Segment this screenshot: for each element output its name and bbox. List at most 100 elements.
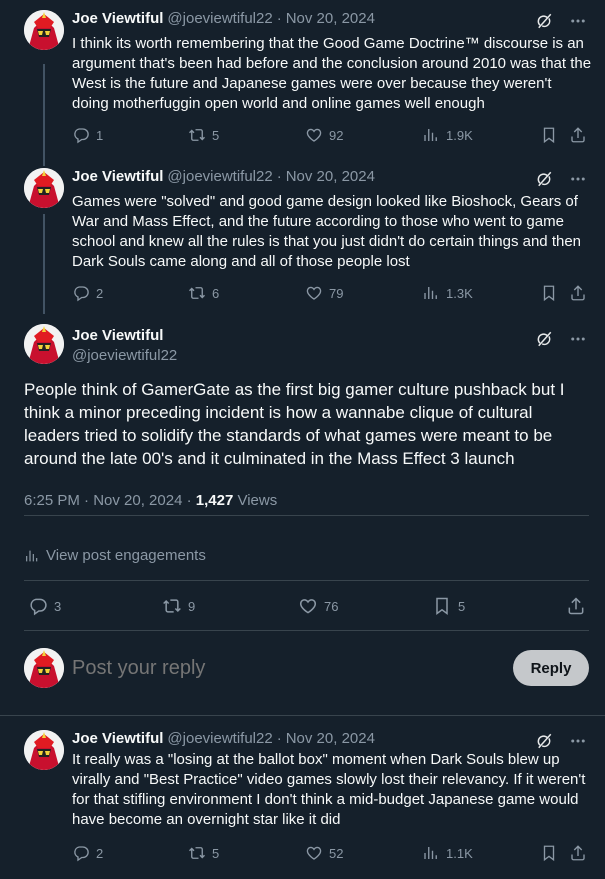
share-icon bbox=[569, 284, 587, 302]
bookmark-button[interactable]: 5 bbox=[432, 596, 465, 616]
main-post-text: People think of GamerGate as the first b… bbox=[24, 380, 565, 468]
engagements-link[interactable]: View post engagements bbox=[24, 547, 206, 564]
avatar[interactable] bbox=[24, 168, 64, 208]
like-count: 76 bbox=[324, 598, 339, 614]
reply-icon bbox=[72, 126, 90, 144]
grok-icon[interactable] bbox=[535, 12, 553, 30]
separator-dot: · bbox=[276, 168, 282, 185]
post-text: It really was a "losing at the ballot bo… bbox=[72, 751, 586, 828]
like-button[interactable]: 92 bbox=[305, 126, 343, 144]
author-name[interactable]: Joe Viewtiful bbox=[72, 326, 177, 346]
author-handle[interactable]: @joeviewtiful22 bbox=[167, 730, 272, 747]
like-icon bbox=[305, 844, 323, 862]
avatar[interactable] bbox=[24, 730, 64, 770]
views-icon bbox=[422, 284, 440, 302]
thread-post-1[interactable]: Joe Viewtiful @joeviewtiful22 · Nov 20, … bbox=[0, 10, 605, 160]
like-button[interactable]: 52 bbox=[305, 844, 343, 862]
like-button[interactable]: 76 bbox=[298, 596, 338, 616]
engagements-label: View post engagements bbox=[46, 547, 206, 564]
more-icon[interactable] bbox=[569, 170, 587, 188]
repost-icon bbox=[188, 284, 206, 302]
avatar-image bbox=[24, 168, 64, 208]
reply-icon bbox=[28, 596, 48, 616]
divider bbox=[0, 715, 605, 716]
post-date[interactable]: Nov 20, 2024 bbox=[286, 730, 375, 747]
post-meta: 6:25 PM · Nov 20, 2024 · 1,427 Views bbox=[24, 492, 277, 509]
reply-button[interactable]: 1 bbox=[72, 126, 103, 144]
avatar-image bbox=[24, 324, 64, 364]
reply-count: 3 bbox=[54, 598, 62, 614]
author-handle[interactable]: @joeviewtiful22 bbox=[167, 10, 272, 27]
avatar-image bbox=[24, 730, 64, 770]
reply-post[interactable]: Joe Viewtiful @joeviewtiful22 · Nov 20, … bbox=[0, 730, 605, 870]
avatar-image bbox=[24, 10, 64, 50]
share-icon bbox=[569, 844, 587, 862]
author-handle[interactable]: @joeviewtiful22 bbox=[72, 346, 177, 366]
author-name[interactable]: Joe Viewtiful bbox=[72, 10, 163, 27]
repost-count: 9 bbox=[188, 598, 196, 614]
post-timestamp[interactable]: 6:25 PM · Nov 20, 2024 · bbox=[24, 492, 196, 509]
like-icon bbox=[305, 126, 323, 144]
bookmark-count: 5 bbox=[458, 598, 466, 614]
grok-icon[interactable] bbox=[535, 732, 553, 750]
thread-post-2[interactable]: Joe Viewtiful @joeviewtiful22 · Nov 20, … bbox=[0, 168, 605, 308]
post-date[interactable]: Nov 20, 2024 bbox=[286, 10, 375, 27]
main-post: Joe Viewtiful @joeviewtiful22 People thi… bbox=[0, 324, 605, 624]
views-count: 1.9K bbox=[446, 127, 473, 143]
author-name[interactable]: Joe Viewtiful bbox=[72, 168, 163, 185]
avatar[interactable] bbox=[24, 324, 64, 364]
bookmark-button[interactable] bbox=[540, 844, 558, 862]
repost-button[interactable]: 5 bbox=[188, 126, 219, 144]
repost-icon bbox=[188, 126, 206, 144]
like-button[interactable]: 79 bbox=[305, 284, 343, 302]
views-button[interactable]: 1.1K bbox=[422, 844, 473, 862]
reply-button[interactable]: 2 bbox=[72, 284, 103, 302]
more-icon[interactable] bbox=[569, 732, 587, 750]
bookmark-button[interactable] bbox=[540, 284, 558, 302]
like-count: 79 bbox=[329, 285, 344, 301]
views-count: 1,427 bbox=[195, 492, 234, 509]
views-count: 1.3K bbox=[446, 285, 473, 301]
views-icon bbox=[24, 548, 40, 564]
author-handle[interactable]: @joeviewtiful22 bbox=[167, 168, 272, 185]
grok-icon[interactable] bbox=[535, 330, 553, 348]
repost-count: 6 bbox=[212, 285, 220, 301]
share-button[interactable] bbox=[566, 596, 586, 616]
views-button[interactable]: 1.9K bbox=[422, 126, 473, 144]
more-icon[interactable] bbox=[569, 330, 587, 348]
share-button[interactable] bbox=[569, 844, 587, 862]
repost-button[interactable]: 5 bbox=[188, 844, 219, 862]
bookmark-button[interactable] bbox=[540, 126, 558, 144]
repost-button[interactable]: 6 bbox=[188, 284, 219, 302]
grok-icon[interactable] bbox=[535, 170, 553, 188]
like-icon bbox=[305, 284, 323, 302]
bookmark-icon bbox=[540, 844, 558, 862]
more-icon[interactable] bbox=[569, 12, 587, 30]
avatar[interactable] bbox=[24, 10, 64, 50]
divider bbox=[24, 580, 589, 581]
post-date[interactable]: Nov 20, 2024 bbox=[286, 168, 375, 185]
reply-input[interactable] bbox=[72, 654, 482, 682]
post-text: Games were "solved" and good game design… bbox=[72, 193, 582, 270]
share-button[interactable] bbox=[569, 284, 587, 302]
reply-button[interactable]: 2 bbox=[72, 844, 103, 862]
reply-count: 2 bbox=[96, 285, 104, 301]
post-text: I think its worth remembering that the G… bbox=[72, 35, 592, 112]
share-button[interactable] bbox=[569, 126, 587, 144]
reply-icon bbox=[72, 284, 90, 302]
views-button[interactable]: 1.3K bbox=[422, 284, 473, 302]
views-icon bbox=[422, 126, 440, 144]
separator-dot: · bbox=[276, 10, 282, 27]
reply-button[interactable]: 3 bbox=[28, 596, 61, 616]
reply-button[interactable]: Reply bbox=[513, 650, 589, 686]
reply-icon bbox=[72, 844, 90, 862]
like-count: 92 bbox=[329, 127, 344, 143]
reply-count: 2 bbox=[96, 845, 104, 861]
author-name[interactable]: Joe Viewtiful bbox=[72, 730, 163, 747]
share-icon bbox=[566, 596, 586, 616]
action-bar: 2 6 79 1.3K bbox=[72, 284, 592, 304]
views-count: 1.1K bbox=[446, 845, 473, 861]
repost-button[interactable]: 9 bbox=[162, 596, 195, 616]
avatar[interactable] bbox=[24, 648, 64, 688]
repost-icon bbox=[162, 596, 182, 616]
